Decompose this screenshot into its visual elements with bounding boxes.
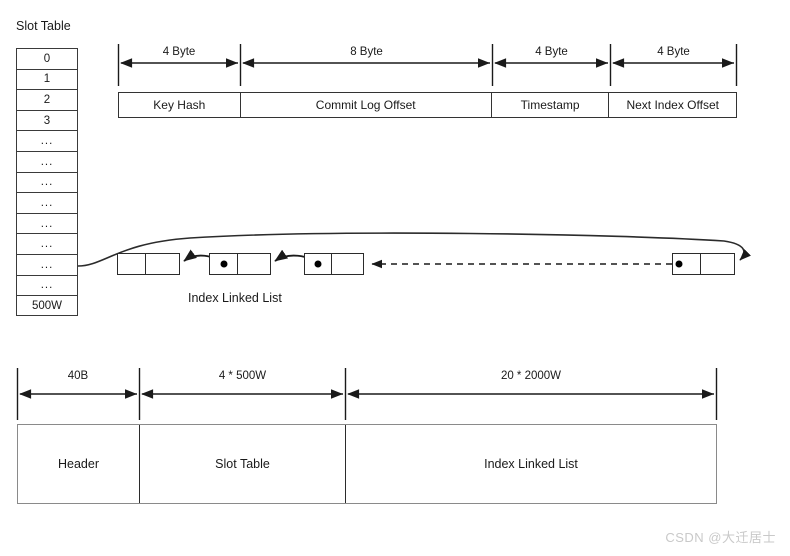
entry-field-commit-log-offset: Commit Log Offset [241, 93, 492, 117]
entry-size-label-timestamp: 4 Byte [535, 46, 568, 58]
slot-row: ... [17, 234, 77, 255]
index-entry-table: Key Hash Commit Log Offset Timestamp Nex… [118, 92, 737, 118]
index-node-3 [304, 253, 364, 275]
index-node-data-cell [701, 254, 734, 274]
index-node-pointer-cell [305, 254, 332, 274]
index-node-data-cell [332, 254, 363, 274]
slot-row: 2 [17, 90, 77, 111]
slot-row: ... [17, 255, 77, 276]
slot-row: ... [17, 131, 77, 152]
slot-row: ... [17, 193, 77, 214]
slot-row: ... [17, 276, 77, 297]
layout-size-label-slot-table: 4 * 500W [218, 370, 267, 382]
layout-section-header: Header [18, 425, 140, 503]
index-node-2 [209, 253, 271, 275]
entry-field-timestamp: Timestamp [492, 93, 610, 117]
layout-section-index-linked-list: Index Linked List [484, 457, 578, 471]
layout-section-slot-table: Slot Table [140, 425, 346, 503]
slot-row: 0 [17, 49, 77, 70]
file-layout-table: Header Slot Table Index Linked List [17, 424, 717, 504]
slot-table: 0 1 2 3 ... ... ... ... ... ... ... ... … [16, 48, 78, 316]
entry-size-label-next-index-offset: 4 Byte [657, 46, 690, 58]
index-node-tail [672, 253, 735, 275]
slot-row: ... [17, 214, 77, 235]
index-node-1 [117, 253, 180, 275]
index-node-data-cell [146, 254, 179, 274]
slot-row: 1 [17, 70, 77, 91]
layout-size-label-index-linked-list: 20 * 2000W [500, 370, 562, 382]
pointer-dot-icon [314, 260, 322, 268]
slot-table-title: Slot Table [16, 19, 71, 33]
pointer-dot-icon [675, 260, 683, 268]
entry-size-label-key-hash: 4 Byte [162, 46, 196, 58]
index-linked-list-label: Index Linked List [188, 291, 282, 305]
index-node-pointer-cell [673, 254, 701, 274]
index-node-pointer-cell [118, 254, 146, 274]
entry-size-label-commit-log-offset: 8 Byte [350, 46, 383, 58]
slot-row: ... [17, 173, 77, 194]
entry-field-key-hash: Key Hash [119, 93, 241, 117]
index-node-pointer-cell [210, 254, 238, 274]
pointer-dot-icon [220, 260, 227, 268]
entry-field-next-index-offset: Next Index Offset [626, 98, 719, 112]
watermark: CSDN @大迁居士 [665, 530, 776, 545]
slot-row: 3 [17, 111, 77, 132]
slot-row: ... [17, 152, 77, 173]
index-node-data-cell [238, 254, 270, 274]
layout-size-label-header: 40B [67, 370, 89, 382]
slot-row: 500W [31, 300, 63, 313]
